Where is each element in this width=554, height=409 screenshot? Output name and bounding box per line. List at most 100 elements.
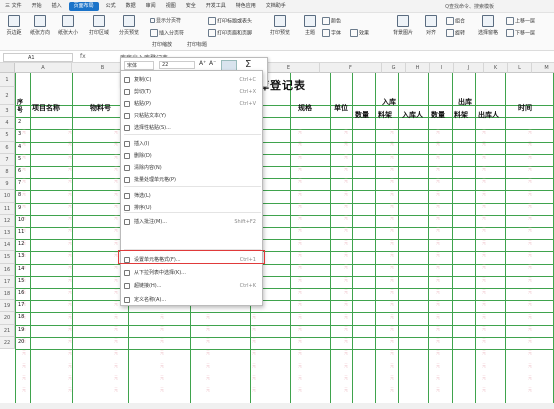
menu-insert[interactable]: 插入 xyxy=(47,0,67,13)
print-header-footer-button[interactable]: 打印页眉和页脚 xyxy=(208,29,252,37)
row-header[interactable]: 16 xyxy=(0,263,15,276)
column-header[interactable]: G xyxy=(382,63,406,73)
row-header[interactable]: 20 xyxy=(0,312,15,325)
row-header[interactable]: 9 xyxy=(0,178,15,191)
fx-icon[interactable]: fx xyxy=(80,53,86,60)
context-menu-item[interactable]: 删除(D) xyxy=(121,151,262,161)
row-header[interactable]: 14 xyxy=(0,239,15,252)
column-header[interactable]: K xyxy=(484,63,508,73)
group-button[interactable]: 组合 xyxy=(446,17,465,25)
print-titles-button[interactable]: 打印标题或表头 xyxy=(208,17,252,25)
colors-button[interactable]: 颜色 xyxy=(322,17,341,25)
column-header[interactable]: F xyxy=(320,63,382,73)
context-menu-item[interactable]: 筛选(L) xyxy=(121,191,262,201)
fonts-button[interactable]: 字体 xyxy=(322,29,341,37)
name-box[interactable]: A1 xyxy=(3,53,73,62)
menu-page-layout[interactable]: 页面布局 xyxy=(68,1,99,11)
column-header[interactable]: J xyxy=(454,63,484,73)
row-header[interactable]: 10 xyxy=(0,190,15,203)
paper-size-button[interactable]: 纸张大小 xyxy=(56,15,80,36)
watermark-glyph: 元 xyxy=(68,301,72,307)
context-menu-item[interactable]: 定义名称(A)... xyxy=(121,295,262,305)
menu-file[interactable]: 三 文件 xyxy=(0,0,27,13)
selection-pane-button[interactable]: 选择窗格 xyxy=(474,15,502,36)
background-image-button[interactable]: 背景图片 xyxy=(388,15,418,36)
menu-special[interactable]: 特色应用 xyxy=(231,0,261,13)
context-menu-item[interactable]: 复制(C) Ctrl+C xyxy=(121,75,262,85)
row-header[interactable]: 6 xyxy=(0,141,15,154)
show-page-break-checkbox[interactable]: 显示分页符 xyxy=(150,17,181,24)
insert-page-break-button[interactable]: 插入分页符 xyxy=(150,29,184,37)
context-menu-item[interactable]: 插入批注(M)... Shift+F2 xyxy=(121,217,262,227)
context-menu-item[interactable]: 批量处理单元格(P) xyxy=(121,175,262,185)
row-header[interactable]: 19 xyxy=(0,300,15,313)
print-preview-button[interactable]: 打印预览 xyxy=(266,15,294,36)
menu-item-icon xyxy=(124,205,130,211)
watermark-glyph: 元 xyxy=(114,338,118,344)
context-menu-item[interactable]: 清除内容(N) xyxy=(121,163,262,173)
row-header[interactable]: 17 xyxy=(0,275,15,288)
rotate-button[interactable]: 旋转 xyxy=(446,29,465,37)
row-header[interactable]: 2 xyxy=(0,87,15,105)
theme-button[interactable]: 主题 xyxy=(300,15,320,36)
menu-review[interactable]: 审阅 xyxy=(141,0,161,13)
watermark-glyph: 元 xyxy=(22,362,26,368)
orientation-button[interactable]: 纸张方向 xyxy=(28,15,52,36)
row-header[interactable]: 3 xyxy=(0,105,15,118)
menu-home[interactable]: 开始 xyxy=(27,0,47,13)
watermark-glyph: 元 xyxy=(482,313,486,319)
sum-icon[interactable]: Σ xyxy=(245,59,251,70)
column-header[interactable]: I xyxy=(430,63,454,73)
print-area-button[interactable]: 打印区域 xyxy=(84,15,114,36)
watermark-glyph: 元 xyxy=(114,190,118,196)
row-header[interactable]: 4 xyxy=(0,117,15,130)
context-menu-item[interactable]: 粘贴(P) Ctrl+V xyxy=(121,99,262,109)
menu-view[interactable]: 视图 xyxy=(161,0,181,13)
watermark-glyph: 元 xyxy=(252,313,256,319)
menu-assistant[interactable]: 文档助手 xyxy=(261,0,291,13)
search-box[interactable]: Q查找命令、搜索模板 xyxy=(445,3,494,10)
watermark-glyph: 元 xyxy=(252,362,256,368)
menu-formula[interactable]: 公式 xyxy=(101,0,121,13)
row-header[interactable]: 5 xyxy=(0,129,15,142)
shrink-font-icon[interactable]: A⁻ xyxy=(209,60,216,67)
context-menu-item[interactable]: 超链接(H)... Ctrl+K xyxy=(121,281,262,291)
row-header[interactable]: 21 xyxy=(0,324,15,337)
align-button[interactable]: 对齐 xyxy=(420,15,442,36)
row-header[interactable]: 1 xyxy=(0,73,15,87)
column-header[interactable]: H xyxy=(406,63,430,73)
menu-developer[interactable]: 开发工具 xyxy=(201,0,231,13)
grow-font-icon[interactable]: A⁺ xyxy=(199,60,206,67)
margins-button[interactable]: 页边距 xyxy=(2,15,26,36)
column-header[interactable]: M xyxy=(532,63,554,73)
row-header[interactable]: 15 xyxy=(0,251,15,264)
font-select[interactable]: 宋体 xyxy=(124,61,154,70)
menu-item-icon xyxy=(124,270,130,276)
context-menu-item[interactable]: 剪切(T) Ctrl+X xyxy=(121,87,262,97)
print-title-button[interactable]: 打印标题 xyxy=(187,41,207,48)
context-menu-item[interactable]: 选择性粘贴(S)... xyxy=(121,123,262,133)
row-header[interactable]: 12 xyxy=(0,214,15,227)
column-header[interactable]: A xyxy=(15,63,72,73)
row-header[interactable]: 8 xyxy=(0,166,15,179)
row-header[interactable]: 7 xyxy=(0,153,15,166)
watermark-glyph: 元 xyxy=(206,362,210,368)
select-all-corner[interactable] xyxy=(0,63,15,73)
row-header[interactable]: 13 xyxy=(0,227,15,240)
context-menu-item[interactable]: 插入(I) xyxy=(121,139,262,149)
context-menu-item[interactable]: 只粘贴文本(Y) xyxy=(121,111,262,121)
row-header[interactable]: 11 xyxy=(0,202,15,215)
effects-button[interactable]: 效果 xyxy=(350,29,369,37)
send-backward-button[interactable]: 下移一层 xyxy=(506,29,535,37)
menu-data[interactable]: 数据 xyxy=(121,0,141,13)
print-zoom-button[interactable]: 打印缩放 xyxy=(152,41,172,48)
menu-security[interactable]: 安全 xyxy=(181,0,201,13)
column-header[interactable]: L xyxy=(508,63,532,73)
font-size-select[interactable]: 22 xyxy=(159,61,195,69)
page-break-preview-button[interactable]: 分页预览 xyxy=(114,15,144,36)
row-header[interactable]: 18 xyxy=(0,288,15,301)
context-menu-item[interactable]: 从下拉列表中选择(K)... xyxy=(121,268,262,278)
row-header[interactable]: 22 xyxy=(0,336,15,349)
spreadsheet-grid[interactable]: ABCDEFGHIJKLMN 1234567891011121314151617… xyxy=(0,63,554,409)
bring-forward-button[interactable]: 上移一层 xyxy=(506,17,535,25)
